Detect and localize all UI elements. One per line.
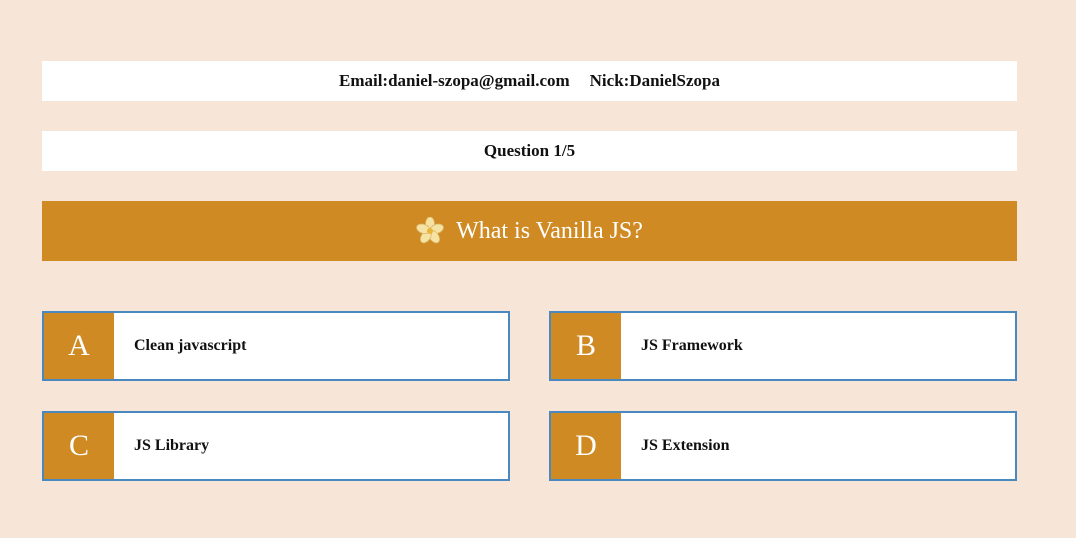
vanilla-flower-icon (416, 216, 444, 245)
answer-letter: B (551, 313, 621, 379)
question-counter: Question 1/5 (42, 131, 1017, 171)
answer-text: JS Framework (641, 337, 743, 354)
question-banner: What is Vanilla JS? (42, 201, 1017, 261)
answer-option-d[interactable]: D JS Extension (549, 411, 1017, 481)
user-info-bar: Email:daniel-szopa@gmail.com Nick:Daniel… (42, 61, 1017, 101)
answer-option-c[interactable]: C JS Library (42, 411, 510, 481)
question-counter-label: Question 1/5 (483, 141, 576, 160)
answer-text: Clean javascript (134, 337, 247, 354)
answer-letter: A (44, 313, 114, 379)
answer-text: JS Extension (641, 437, 730, 454)
answer-option-a[interactable]: A Clean javascript (42, 311, 510, 381)
answer-text: JS Library (134, 437, 210, 454)
question-text: What is Vanilla JS? (456, 217, 643, 244)
answer-letter: C (44, 413, 114, 479)
user-email: Email:daniel-szopa@gmail.com (338, 71, 570, 90)
answer-option-b[interactable]: B JS Framework (549, 311, 1017, 381)
answer-letter: D (551, 413, 621, 479)
user-nick: Nick:DanielSzopa (589, 71, 720, 90)
